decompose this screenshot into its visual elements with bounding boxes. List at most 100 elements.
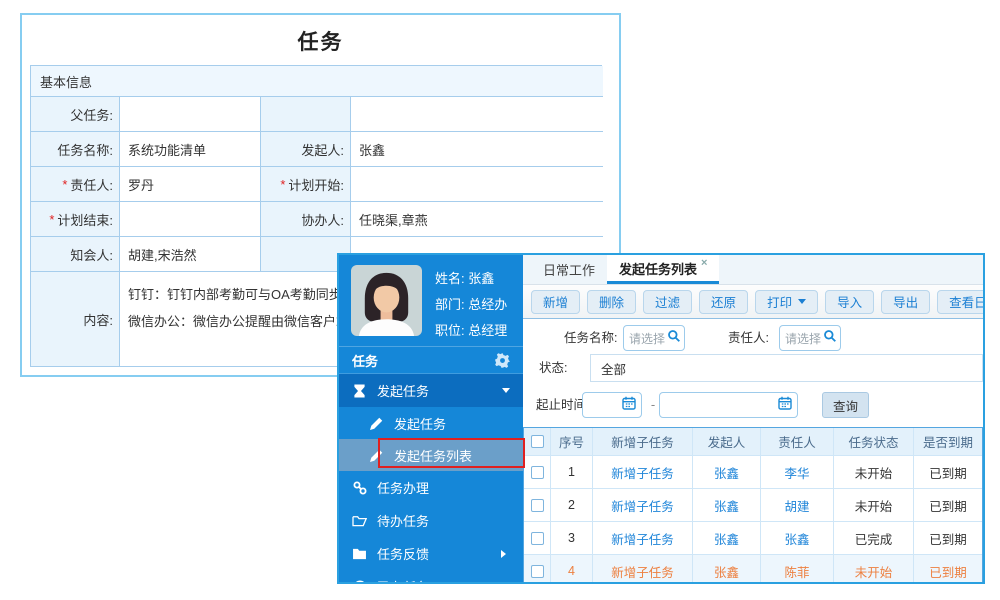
subtask-cell: 新增子任务 bbox=[593, 555, 693, 582]
restore-button[interactable]: 还原 bbox=[699, 290, 748, 314]
delete-button[interactable]: 删除 bbox=[587, 290, 636, 314]
sidebar-item-initiate-task-parent[interactable]: 发起任务 bbox=[339, 374, 523, 407]
search-icon[interactable] bbox=[667, 329, 681, 348]
form-label-plan-start: *计划开始: bbox=[261, 167, 351, 202]
sidebar-item-done-tasks[interactable]: 已办任务 bbox=[339, 570, 523, 582]
owner-link[interactable]: 胡建 bbox=[784, 496, 809, 515]
form-label-notified: 知会人: bbox=[31, 237, 120, 272]
add-subtask-link[interactable]: 新增子任务 bbox=[611, 463, 674, 482]
form-value-initiator: 张鑫 bbox=[351, 132, 603, 167]
sidebar-item-label: 发起任务列表 bbox=[394, 446, 472, 465]
form-section-header: 基本信息 bbox=[31, 66, 603, 97]
column-header-initiator: 发起人 bbox=[693, 428, 761, 455]
status-cell: 已完成 bbox=[834, 522, 914, 554]
subtask-cell: 新增子任务 bbox=[593, 456, 693, 488]
form-label-owner: *责任人: bbox=[31, 167, 120, 202]
query-button[interactable]: 查询 bbox=[822, 392, 869, 418]
avatar bbox=[351, 265, 422, 336]
folder-open-icon bbox=[352, 513, 367, 528]
due-cell: 已到期 bbox=[914, 456, 982, 488]
initiator-cell: 张鑫 bbox=[693, 555, 761, 582]
form-title: 任务 bbox=[22, 26, 619, 56]
initiator-link[interactable]: 张鑫 bbox=[714, 562, 739, 581]
owner-cell: 张鑫 bbox=[761, 522, 834, 554]
form-label-task-name: 任务名称: bbox=[31, 132, 120, 167]
owner-filter-label: 责任人: bbox=[728, 325, 769, 351]
print-button[interactable]: 打印 bbox=[755, 290, 818, 314]
sidebar-item-label: 发起任务 bbox=[377, 381, 429, 400]
required-asterisk: * bbox=[62, 177, 67, 192]
row-checkbox[interactable] bbox=[531, 532, 544, 545]
task-name-select[interactable]: 请选择 bbox=[623, 325, 685, 351]
row-checkbox[interactable] bbox=[531, 499, 544, 512]
status-cell: 未开始 bbox=[834, 456, 914, 488]
filter-button[interactable]: 过滤 bbox=[643, 290, 692, 314]
form-label-content: 内容: bbox=[31, 272, 120, 366]
profile-department: 部门: 总经办 bbox=[435, 292, 507, 318]
owner-link[interactable]: 陈菲 bbox=[784, 562, 809, 581]
initiator-link[interactable]: 张鑫 bbox=[714, 529, 739, 548]
table-row: 1 新增子任务 张鑫 李华 未开始 已到期 bbox=[524, 456, 982, 489]
form-label-empty bbox=[261, 97, 351, 132]
seq-cell: 4 bbox=[551, 555, 593, 582]
column-header-due: 是否到期 bbox=[914, 428, 982, 455]
status-select[interactable]: 全部 bbox=[590, 354, 983, 382]
subtask-cell: 新增子任务 bbox=[593, 522, 693, 554]
chevron-right-icon bbox=[501, 550, 510, 558]
gear-icon[interactable] bbox=[495, 353, 510, 368]
sidebar: 姓名: 张鑫 部门: 总经办 职位: 总经理 任务 发起任务 bbox=[339, 255, 523, 582]
form-value-task-name: 系统功能清单 bbox=[120, 132, 261, 167]
chain-link-icon bbox=[352, 480, 367, 495]
form-value-empty bbox=[351, 97, 603, 132]
seq-cell: 3 bbox=[551, 522, 593, 554]
row-select-cell bbox=[524, 489, 551, 521]
sidebar-item-todo-tasks[interactable]: 待办任务 bbox=[339, 504, 523, 537]
sidebar-item-initiated-task-list[interactable]: 发起任务列表 bbox=[339, 439, 523, 471]
row-checkbox[interactable] bbox=[531, 565, 544, 578]
date-from-input[interactable] bbox=[582, 392, 642, 418]
select-all-checkbox[interactable] bbox=[531, 435, 544, 448]
row-select-cell bbox=[524, 522, 551, 554]
table-row: 3 新增子任务 张鑫 张鑫 已完成 已到期 bbox=[524, 522, 982, 555]
tab-initiated-task-list[interactable]: 发起任务列表 × bbox=[607, 255, 719, 284]
add-subtask-link[interactable]: 新增子任务 bbox=[611, 529, 674, 548]
sidebar-item-label: 发起任务 bbox=[394, 414, 446, 433]
add-button[interactable]: 新增 bbox=[531, 290, 580, 314]
sidebar-item-task-feedback[interactable]: 任务反馈 bbox=[339, 537, 523, 570]
toolbar: 新增 删除 过滤 还原 打印 导入 导出 查看日志 bbox=[523, 285, 983, 319]
calendar-icon[interactable] bbox=[778, 396, 792, 415]
task-name-filter-label: 任务名称: bbox=[564, 325, 617, 351]
row-checkbox[interactable] bbox=[531, 466, 544, 479]
search-icon[interactable] bbox=[823, 329, 837, 348]
owner-cell: 李华 bbox=[761, 456, 834, 488]
date-to-input[interactable] bbox=[659, 392, 798, 418]
tab-daily-work[interactable]: 日常工作 bbox=[531, 255, 607, 284]
owner-cell: 陈菲 bbox=[761, 555, 834, 582]
add-subtask-link[interactable]: 新增子任务 bbox=[611, 496, 674, 515]
initiator-cell: 张鑫 bbox=[693, 456, 761, 488]
calendar-icon[interactable] bbox=[622, 396, 636, 415]
export-button[interactable]: 导出 bbox=[881, 290, 930, 314]
owner-select[interactable]: 请选择 bbox=[779, 325, 841, 351]
hourglass-icon bbox=[352, 383, 367, 398]
view-log-button[interactable]: 查看日志 bbox=[937, 290, 983, 314]
status-cell: 未开始 bbox=[834, 489, 914, 521]
sidebar-item-task-handling[interactable]: 任务办理 bbox=[339, 471, 523, 504]
chevron-down-icon bbox=[798, 299, 806, 308]
sidebar-item-initiate-task[interactable]: 发起任务 bbox=[339, 407, 523, 439]
import-button[interactable]: 导入 bbox=[825, 290, 874, 314]
avatar-portrait bbox=[351, 265, 422, 336]
initiator-link[interactable]: 张鑫 bbox=[714, 496, 739, 515]
close-icon[interactable]: × bbox=[701, 257, 707, 269]
required-asterisk: * bbox=[280, 177, 285, 192]
sidebar-item-label: 任务反馈 bbox=[377, 544, 429, 563]
select-all-cell bbox=[524, 428, 551, 455]
owner-link[interactable]: 李华 bbox=[784, 463, 809, 482]
seq-cell: 1 bbox=[551, 456, 593, 488]
status-filter-label: 状态: bbox=[539, 355, 567, 381]
owner-link[interactable]: 张鑫 bbox=[784, 529, 809, 548]
sidebar-item-label: 任务办理 bbox=[377, 478, 429, 497]
initiator-link[interactable]: 张鑫 bbox=[714, 463, 739, 482]
profile-name: 姓名: 张鑫 bbox=[435, 266, 507, 292]
add-subtask-link[interactable]: 新增子任务 bbox=[611, 562, 674, 581]
